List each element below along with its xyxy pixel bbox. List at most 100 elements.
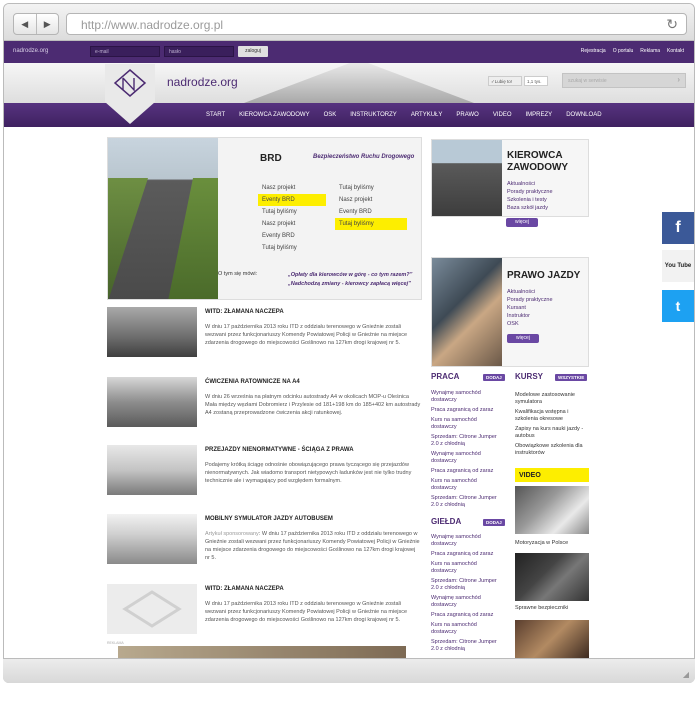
kursy-list: Modelowe zastosowanie symulatora Kwalifi… bbox=[515, 392, 591, 460]
kursy-item[interactable]: Modelowe zastosowanie symulatora bbox=[515, 392, 591, 406]
email-input[interactable]: e-mail bbox=[90, 46, 160, 57]
gielda-item[interactable]: Sprzedam: Citrone Jumper 2.0 z chłodnią bbox=[431, 639, 501, 653]
login-button[interactable]: zaloguj bbox=[238, 46, 268, 57]
prawo-link[interactable]: OSK bbox=[507, 320, 553, 328]
praca-item[interactable]: Praca zagranicą od zaraz bbox=[431, 407, 501, 414]
news-title[interactable]: ĆWICZENIA RATOWNICZE NA A4 bbox=[205, 379, 300, 385]
gielda-item[interactable]: Kurs na samochód dostawczy bbox=[431, 561, 501, 575]
praca-add-button[interactable]: DODAJ bbox=[483, 374, 505, 381]
brand-small[interactable]: nadrodze.org bbox=[13, 48, 48, 54]
praca-item[interactable]: Kurs na samochód dostawczy bbox=[431, 417, 501, 431]
forward-icon[interactable]: ▶ bbox=[37, 14, 59, 34]
prawo-link[interactable]: Kursant bbox=[507, 304, 553, 312]
back-icon[interactable]: ◀ bbox=[14, 14, 37, 34]
praca-item[interactable]: Sprzedam: Citrone Jumper 2.0 z chłodnią bbox=[431, 495, 501, 509]
link-o-portalu[interactable]: O portalu bbox=[613, 48, 634, 54]
news-thumb[interactable] bbox=[107, 377, 197, 427]
video-caption[interactable]: Motoryzacja w Polsce bbox=[515, 540, 568, 546]
news-title[interactable]: WITD: ZŁAMANA NACZEPA bbox=[205, 309, 284, 315]
prawo-more-button[interactable]: więcej bbox=[507, 334, 539, 343]
news-thumb[interactable] bbox=[107, 445, 197, 495]
brd-quote-2[interactable]: „Nadchodzą zmiany - kierowcy zapłacą wię… bbox=[288, 280, 412, 289]
menu-download[interactable]: DOWNLOAD bbox=[559, 103, 608, 127]
prawo-link[interactable]: Aktualności bbox=[507, 288, 553, 296]
brd-link[interactable]: Eventy BRD bbox=[258, 194, 326, 206]
like-label: Lubię to! bbox=[494, 79, 513, 84]
brd-link[interactable]: Eventy BRD bbox=[335, 206, 407, 218]
menu-osk[interactable]: OSK bbox=[317, 103, 344, 127]
video-thumb[interactable] bbox=[515, 486, 589, 534]
praca-item[interactable]: Wynajmę samochód dostawczy bbox=[431, 390, 501, 404]
reload-icon[interactable]: ↻ bbox=[666, 16, 678, 33]
brd-quote-1[interactable]: „Opłaty dla kierowców w górę - co tym ra… bbox=[288, 271, 412, 280]
news-item: ĆWICZENIA RATOWNICZE NA A4 W dniu 26 wrz… bbox=[107, 377, 422, 437]
menu-prawo[interactable]: PRAWO bbox=[449, 103, 485, 127]
kursy-item[interactable]: Kwalifikacja wstępna i szkolenia okresow… bbox=[515, 409, 591, 423]
news-thumb[interactable] bbox=[107, 307, 197, 357]
prawo-link[interactable]: Instruktor bbox=[507, 312, 553, 320]
kierowca-image bbox=[432, 140, 502, 216]
menu-artykuly[interactable]: ARTYKUŁY bbox=[404, 103, 450, 127]
brd-link[interactable]: Eventy BRD bbox=[258, 230, 326, 242]
youtube-icon[interactable]: You Tube bbox=[662, 250, 694, 282]
twitter-icon[interactable]: t bbox=[662, 290, 694, 322]
kierowca-title-2: ZAWODOWY bbox=[507, 162, 569, 173]
brd-banner: BRD Bezpieczeństwo Ruchu Drogowego Nasz … bbox=[107, 137, 422, 300]
praca-item[interactable]: Wynajmę samochód dostawczy bbox=[431, 451, 501, 465]
kierowca-link[interactable]: Szkolenia i testy bbox=[507, 196, 553, 204]
news-title[interactable]: MOBILNY SYMULATOR JAZDY AUTOBUSEM bbox=[205, 516, 333, 522]
gielda-list: Wynajmę samochód dostawczy Praca zagrani… bbox=[431, 534, 501, 656]
gielda-item[interactable]: Sprzedam: Citrone Jumper 2.0 z chłodnią bbox=[431, 578, 501, 592]
brd-link[interactable]: Tutaj byliśmy bbox=[258, 242, 326, 254]
news-title[interactable]: PRZEJAZDY NIENORMATYWNE - ŚCIĄGA Z PRAWA bbox=[205, 447, 354, 453]
praca-item[interactable]: Praca zagranicą od zaraz bbox=[431, 468, 501, 475]
gielda-item[interactable]: Praca zagranicą od zaraz bbox=[431, 612, 501, 619]
brd-link[interactable]: Tutaj byliśmy bbox=[335, 182, 407, 194]
ad-label: REKLAMA bbox=[107, 641, 124, 645]
facebook-icon[interactable]: f bbox=[662, 212, 694, 244]
video-thumb[interactable] bbox=[515, 553, 589, 601]
prawo-link[interactable]: Porady praktyczne bbox=[507, 296, 553, 304]
menu-instruktorzy[interactable]: INSTRUKTORZY bbox=[343, 103, 404, 127]
kierowca-link[interactable]: Baza szkół jazdy bbox=[507, 204, 553, 212]
praca-item[interactable]: Kurs na samochód dostawczy bbox=[431, 478, 501, 492]
link-kontakt[interactable]: Kontakt bbox=[667, 48, 684, 54]
like-button[interactable]: ✓Lubię to! bbox=[488, 76, 522, 86]
link-rejestracja[interactable]: Rejestracja bbox=[581, 48, 606, 54]
gielda-item[interactable]: Kurs na samochód dostawczy bbox=[431, 622, 501, 636]
brd-link[interactable]: Tutaj byliśmy bbox=[335, 218, 407, 230]
menu-video[interactable]: VIDEO bbox=[486, 103, 519, 127]
brd-link[interactable]: Nasz projekt bbox=[258, 218, 326, 230]
brd-link[interactable]: Nasz projekt bbox=[258, 182, 326, 194]
search-input[interactable]: szukaj w serwisie › bbox=[562, 73, 686, 88]
news-title[interactable]: WITD: ZŁAMANA NACZEPA bbox=[205, 586, 284, 592]
news-thumb[interactable] bbox=[107, 514, 197, 564]
gielda-add-button[interactable]: DODAJ bbox=[483, 519, 505, 526]
gielda-item[interactable]: Praca zagranicą od zaraz bbox=[431, 551, 501, 558]
kursy-all-button[interactable]: WSZYSTKIE bbox=[555, 374, 588, 381]
kierowca-link[interactable]: Aktualności bbox=[507, 180, 553, 188]
link-reklama[interactable]: Reklama bbox=[640, 48, 660, 54]
kierowca-more-button[interactable]: więcej bbox=[506, 218, 538, 227]
menu-kierowca-zawodowy[interactable]: KIEROWCA ZAWODOWY bbox=[232, 103, 316, 127]
brd-link[interactable]: Tutaj byliśmy bbox=[258, 206, 326, 218]
brd-link[interactable]: Nasz projekt bbox=[335, 194, 407, 206]
ad-banner[interactable] bbox=[118, 646, 406, 658]
site-name[interactable]: nadrodze.org bbox=[167, 75, 238, 89]
video-caption[interactable]: Sprawne bezpieczniki bbox=[515, 605, 568, 611]
gielda-item[interactable]: Wynajmę samochód dostawczy bbox=[431, 534, 501, 548]
kierowca-link[interactable]: Porady praktyczne bbox=[507, 188, 553, 196]
resize-grip-icon[interactable]: ◢ bbox=[683, 670, 689, 679]
url-bar[interactable]: http://www.nadrodze.org.pl ↻ bbox=[66, 13, 687, 35]
kursy-item[interactable]: Zapisy na kurs nauki jazdy - autobus bbox=[515, 426, 591, 440]
video-thumb[interactable] bbox=[515, 620, 589, 658]
password-input[interactable]: hasło bbox=[164, 46, 234, 57]
logo[interactable] bbox=[105, 64, 155, 124]
menu-imprezy[interactable]: IMPREZY bbox=[519, 103, 560, 127]
menu-start[interactable]: START bbox=[199, 103, 232, 127]
gielda-item[interactable]: Wynajmę samochód dostawczy bbox=[431, 595, 501, 609]
praca-item[interactable]: Sprzedam: Citrone Jumper 2.0 z chłodnią bbox=[431, 434, 501, 448]
search-arrow-icon[interactable]: › bbox=[677, 75, 680, 84]
news-thumb[interactable] bbox=[107, 584, 197, 634]
kursy-item[interactable]: Obowiązkowe szkolenia dla instruktorów bbox=[515, 443, 591, 457]
